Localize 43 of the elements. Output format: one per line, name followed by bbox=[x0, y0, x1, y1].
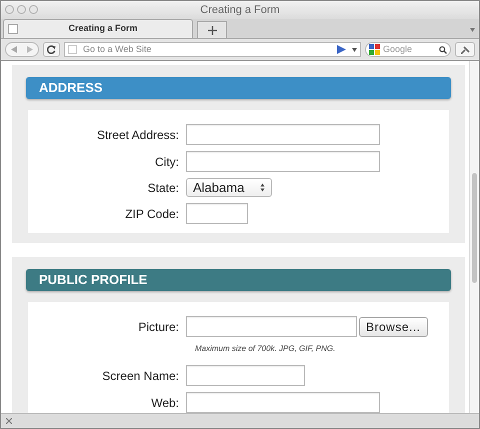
reload-icon bbox=[47, 45, 56, 54]
plus-icon bbox=[208, 26, 216, 34]
tool-icon bbox=[460, 46, 470, 54]
new-tab-button[interactable] bbox=[197, 21, 227, 38]
text-field[interactable] bbox=[186, 124, 380, 145]
text-field[interactable] bbox=[186, 392, 380, 413]
page-icon bbox=[68, 45, 77, 54]
dropdown-icon[interactable] bbox=[470, 28, 475, 32]
dropdown-icon[interactable] bbox=[352, 48, 357, 52]
stepper-icon bbox=[260, 183, 266, 192]
scrollbar[interactable] bbox=[469, 61, 479, 413]
close-icon[interactable] bbox=[6, 418, 12, 424]
field-label: State: bbox=[146, 180, 180, 196]
page-icon bbox=[8, 24, 18, 34]
field-label: Screen Name: bbox=[101, 368, 180, 384]
browser-tab[interactable]: Creating a Form bbox=[3, 19, 193, 38]
bookmarks-button[interactable] bbox=[455, 42, 475, 57]
section-title: PUBLIC PROFILE bbox=[39, 271, 148, 290]
field-label: Web: bbox=[150, 394, 180, 412]
search-input[interactable]: Google bbox=[383, 42, 436, 56]
back-icon[interactable] bbox=[11, 46, 17, 53]
text-field[interactable] bbox=[186, 365, 305, 386]
field-label: Picture: bbox=[137, 318, 180, 336]
search-field[interactable]: Google bbox=[365, 42, 451, 57]
address-input[interactable]: Go to a Web Site bbox=[83, 42, 331, 56]
state-select[interactable]: Alabama bbox=[186, 178, 272, 197]
play-icon[interactable] bbox=[337, 45, 346, 54]
field-label: City: bbox=[154, 154, 180, 170]
field-label: Street Address: bbox=[96, 126, 180, 144]
section-title: ADDRESS bbox=[39, 79, 103, 98]
window-title: Creating a Form bbox=[200, 2, 280, 18]
field-label: ZIP Code: bbox=[124, 206, 180, 222]
search-engine-icon[interactable] bbox=[369, 44, 380, 55]
forward-icon[interactable] bbox=[27, 46, 33, 53]
search-icon[interactable] bbox=[439, 46, 447, 54]
reload-button[interactable] bbox=[43, 42, 60, 57]
address-field[interactable]: Go to a Web Site bbox=[64, 42, 361, 57]
text-field[interactable] bbox=[186, 151, 380, 172]
browse-button[interactable]: Browse... bbox=[359, 316, 428, 336]
file-field[interactable] bbox=[186, 316, 357, 337]
hint-text: Maximum size of 700k. JPG, GIF, PNG. bbox=[195, 343, 336, 355]
text-field[interactable] bbox=[186, 203, 248, 224]
scrollbar-thumb[interactable] bbox=[472, 173, 477, 283]
